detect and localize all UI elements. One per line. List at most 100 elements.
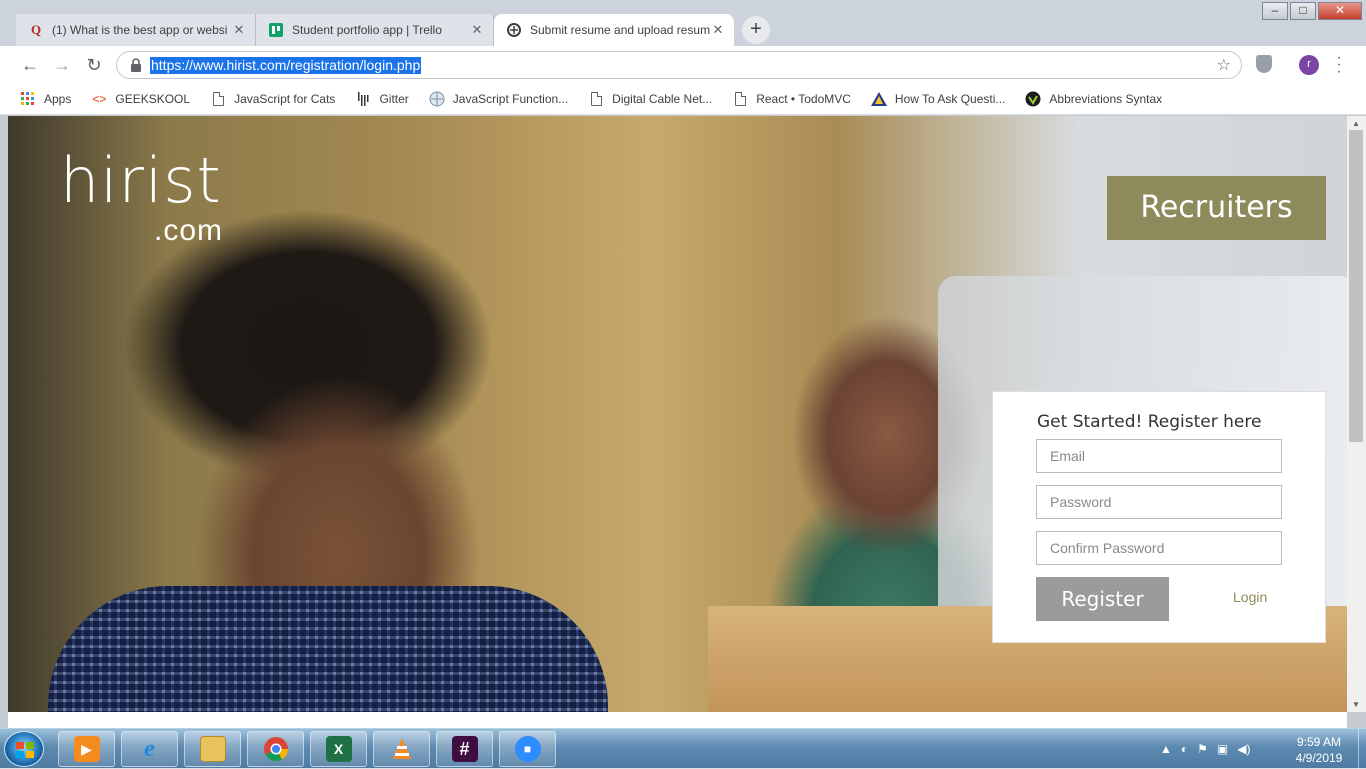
scroll-down-icon[interactable]: ▼ (1352, 700, 1360, 709)
bookmark-star-icon[interactable]: ☆ (1217, 55, 1231, 75)
gitter-icon (355, 91, 371, 107)
globe-icon (429, 91, 445, 107)
taskbar-zoom[interactable]: ■ (499, 731, 556, 767)
volume-icon[interactable]: ◀) (1237, 742, 1250, 756)
show-desktop-button[interactable] (1358, 729, 1366, 769)
minimize-button[interactable]: – (1262, 2, 1288, 20)
register-button[interactable]: Register (1036, 577, 1169, 621)
bookmark-label: GEEKSKOOL (115, 92, 191, 106)
bookmark-js-function[interactable]: JavaScript Function... (429, 91, 568, 107)
taskbar-clock[interactable]: 9:59 AM 4/9/2019 (1284, 734, 1354, 766)
weather-icon[interactable]: ◐ (1181, 742, 1188, 756)
triangle-icon (870, 91, 887, 107)
page-icon (588, 91, 604, 107)
action-center-flag-icon[interactable]: ⚑ (1197, 742, 1208, 756)
maximize-button[interactable]: □ (1290, 2, 1316, 20)
bookmark-label: JavaScript Function... (452, 92, 569, 106)
vertical-scrollbar[interactable]: ▲ ▼ (1347, 116, 1366, 712)
bookmark-digital-cable[interactable]: Digital Cable Net... (588, 91, 712, 107)
tab-quora[interactable]: Q (1) What is the best app or websi ✕ (16, 14, 256, 46)
browser-window: Q (1) What is the best app or websi ✕ St… (0, 0, 1366, 769)
register-card: Get Started! Register here Email Passwor… (992, 391, 1326, 643)
slack-icon: # (451, 736, 478, 762)
email-field[interactable]: Email (1036, 439, 1282, 473)
menu-icon[interactable]: · · · (1336, 50, 1342, 80)
tray-expand-icon[interactable]: ▲ (1160, 742, 1172, 756)
file-explorer-icon (199, 736, 226, 762)
reload-button[interactable]: ↻ (82, 53, 106, 77)
bookmark-react-todomvc[interactable]: React • TodoMVC (732, 91, 851, 107)
bookmark-js-cats[interactable]: JavaScript for Cats (210, 91, 335, 107)
profile-avatar[interactable]: r (1299, 55, 1319, 75)
bookmark-label: Digital Cable Net... (612, 92, 713, 106)
register-heading: Get Started! Register here (1037, 412, 1262, 432)
hirist-logo[interactable]: hirist .com (60, 144, 222, 248)
bookmark-label: Abbreviations Syntax (1049, 92, 1163, 106)
trello-icon (268, 22, 284, 38)
clock-time: 9:59 AM (1296, 735, 1342, 749)
extension-shield-icon[interactable] (1256, 55, 1272, 73)
browser-toolbar: ← → ↻ https://www.hirist.com/registratio… (0, 46, 1366, 84)
page-icon (210, 91, 226, 107)
logo-text: hirist (60, 144, 222, 217)
close-window-button[interactable]: ✕ (1318, 2, 1362, 20)
logo-suffix: .com (154, 214, 224, 247)
internet-explorer-icon: e (144, 735, 155, 762)
tab-title: Student portfolio app | Trello (292, 23, 442, 37)
windows-logo-icon (16, 742, 34, 758)
quora-icon: Q (30, 22, 42, 37)
taskbar-vlc[interactable] (373, 731, 430, 767)
confirm-password-field[interactable]: Confirm Password (1036, 531, 1282, 565)
taskbar-media-player[interactable]: ▶ (58, 731, 115, 767)
hirist-icon (506, 22, 522, 38)
tab-strip: Q (1) What is the best app or websi ✕ St… (0, 0, 1366, 46)
close-icon[interactable]: ✕ (231, 22, 247, 38)
close-icon[interactable]: ✕ (469, 22, 485, 38)
back-button[interactable]: ← (18, 53, 42, 77)
taskbar-chrome[interactable] (247, 731, 304, 767)
bookmark-label: Apps (44, 92, 72, 106)
taskbar-excel[interactable]: X (310, 731, 367, 767)
bookmark-label: Gitter (379, 92, 409, 106)
network-icon[interactable]: ▣ (1217, 742, 1228, 756)
password-field[interactable]: Password (1036, 485, 1282, 519)
vlc-icon (389, 736, 415, 762)
scrollbar-thumb[interactable] (1349, 130, 1363, 442)
bookmark-geekskool[interactable]: <> GEEKSKOOL (91, 91, 190, 107)
chrome-icon (263, 736, 289, 762)
tab-title: Submit resume and upload resum (530, 23, 710, 37)
close-icon[interactable]: ✕ (710, 22, 726, 38)
tab-trello[interactable]: Student portfolio app | Trello ✕ (256, 14, 494, 46)
tab-title: (1) What is the best app or websi (52, 23, 228, 37)
bookmarks-bar: Apps <> GEEKSKOOL JavaScript for Cats Gi… (0, 84, 1366, 115)
new-tab-button[interactable]: + (742, 16, 770, 44)
bookmark-gitter[interactable]: Gitter (355, 91, 409, 107)
url-text[interactable]: https://www.hirist.com/registration/logi… (150, 57, 422, 74)
bookmark-abbreviations[interactable]: Abbreviations Syntax (1025, 91, 1162, 107)
bookmark-apps[interactable]: Apps (20, 91, 71, 107)
tab-hirist[interactable]: Submit resume and upload resum ✕ (494, 14, 734, 46)
taskbar-slack[interactable]: # (436, 731, 493, 767)
clock-date: 4/9/2019 (1295, 751, 1343, 765)
page-bottom-strip (8, 712, 1347, 728)
code-icon: <> (92, 92, 107, 106)
bookmark-label: How To Ask Questi... (894, 92, 1006, 106)
scroll-up-icon[interactable]: ▲ (1352, 119, 1360, 128)
page-icon (732, 91, 748, 107)
taskbar-internet-explorer[interactable]: e (121, 731, 178, 767)
excel-icon: X (325, 736, 352, 762)
windows-taskbar: ▶ e X # ■ ▲ ◐ ⚑ ▣ ◀) 9:59 AM 4/9/2019 (0, 728, 1366, 769)
taskbar-file-explorer[interactable] (184, 731, 241, 767)
system-tray: ▲ ◐ ⚑ ▣ ◀) (1160, 733, 1259, 765)
forward-button[interactable]: → (50, 53, 74, 77)
media-player-icon: ▶ (73, 736, 100, 762)
recruiters-button[interactable]: Recruiters (1107, 176, 1326, 240)
bookmark-label: JavaScript for Cats (234, 92, 336, 106)
background-person-shirt (48, 586, 608, 712)
bookmark-label: React • TodoMVC (756, 92, 851, 106)
start-button[interactable] (4, 731, 44, 767)
login-link[interactable]: Login (1233, 589, 1267, 605)
bookmark-how-to-ask[interactable]: How To Ask Questi... (870, 91, 1006, 107)
lock-icon (131, 58, 141, 72)
address-bar[interactable]: https://www.hirist.com/registration/logi… (116, 51, 1242, 79)
